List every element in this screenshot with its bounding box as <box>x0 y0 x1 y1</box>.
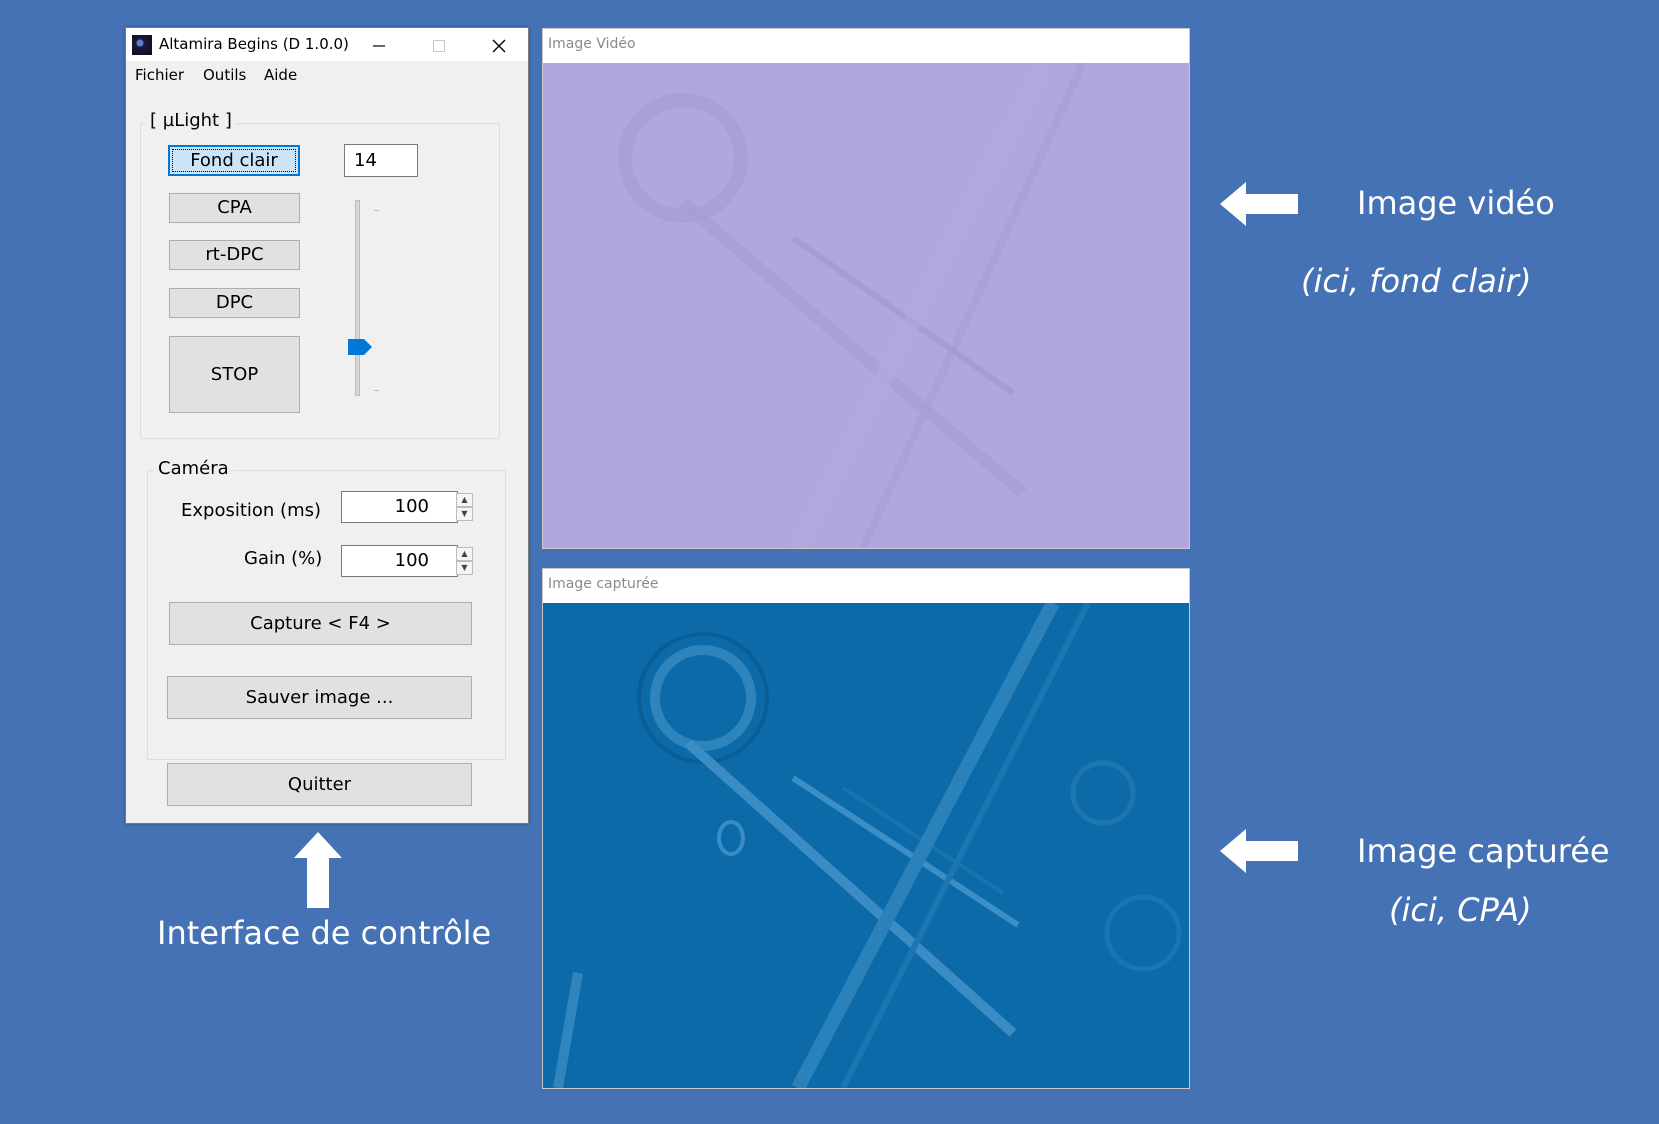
quit-button[interactable]: Quitter <box>167 763 472 806</box>
exposure-label: Exposition (ms) <box>181 500 322 521</box>
menu-bar: Fichier Outils Aide <box>126 62 528 88</box>
exposure-input[interactable]: 100 <box>341 491 458 523</box>
intensity-input[interactable]: 14 <box>344 144 418 177</box>
video-viewer-title: Image Vidéo <box>548 36 636 52</box>
minimize-icon <box>373 44 385 47</box>
close-icon <box>492 39 506 52</box>
slider-thumb-icon <box>348 338 372 355</box>
video-image[interactable] <box>543 63 1189 548</box>
close-button[interactable] <box>470 28 528 61</box>
captured-frame <box>543 603 1189 1088</box>
arrow-left-icon <box>1220 182 1298 226</box>
captured-viewer-title: Image capturée <box>548 576 659 592</box>
video-frame <box>543 63 1189 548</box>
captured-viewer-window: Image capturée <box>542 568 1190 1089</box>
dpc-button[interactable]: DPC <box>169 288 300 318</box>
title-bar[interactable]: Altamira Begins (D 1.0.0) <box>126 28 528 61</box>
intensity-slider-thumb[interactable] <box>347 338 373 360</box>
window-title: Altamira Begins (D 1.0.0) <box>159 35 349 53</box>
gain-spin-down[interactable]: ▼ <box>456 561 473 575</box>
maximize-button[interactable] <box>410 28 468 61</box>
slider-tick-bottom <box>374 390 379 391</box>
maximize-icon <box>433 39 445 52</box>
video-annotation-label: Image vidéo <box>1357 184 1555 222</box>
video-viewer-window: Image Vidéo <box>542 28 1190 549</box>
minimize-button[interactable] <box>350 28 408 61</box>
arrow-up-icon <box>294 832 342 908</box>
gain-spin-up[interactable]: ▲ <box>456 547 473 561</box>
captured-image[interactable] <box>543 603 1189 1088</box>
intensity-slider-track[interactable] <box>355 200 360 396</box>
exposure-spin-up[interactable]: ▲ <box>456 493 473 507</box>
camera-group-label: Caméra <box>154 458 233 479</box>
arrow-left-icon <box>1220 829 1298 873</box>
fond-clair-button[interactable]: Fond clair <box>168 145 300 176</box>
rt-dpc-button[interactable]: rt-DPC <box>169 240 300 270</box>
capture-button[interactable]: Capture < F4 > <box>169 602 472 645</box>
menu-outils[interactable]: Outils <box>203 66 246 84</box>
ulight-group-label: [ µLight ] <box>146 110 236 131</box>
gain-input[interactable]: 100 <box>341 545 458 577</box>
slider-tick-top <box>374 210 379 211</box>
gain-label: Gain (%) <box>244 548 323 569</box>
menu-fichier[interactable]: Fichier <box>135 66 184 84</box>
focus-indicator <box>172 149 296 172</box>
menu-aide[interactable]: Aide <box>264 66 297 84</box>
exposure-spin-down[interactable]: ▼ <box>456 507 473 521</box>
stop-button[interactable]: STOP <box>169 336 300 413</box>
control-window: Altamira Begins (D 1.0.0) Fichier Outils… <box>125 27 529 824</box>
captured-annotation-label: Image capturée <box>1357 832 1610 870</box>
video-annotation-sub: (ici, fond clair) <box>1301 262 1532 300</box>
app-icon <box>132 35 152 55</box>
captured-annotation-sub: (ici, CPA) <box>1389 891 1532 929</box>
interface-annotation-label: Interface de contrôle <box>157 914 492 952</box>
cpa-button[interactable]: CPA <box>169 193 300 223</box>
save-image-button[interactable]: Sauver image ... <box>167 676 472 719</box>
